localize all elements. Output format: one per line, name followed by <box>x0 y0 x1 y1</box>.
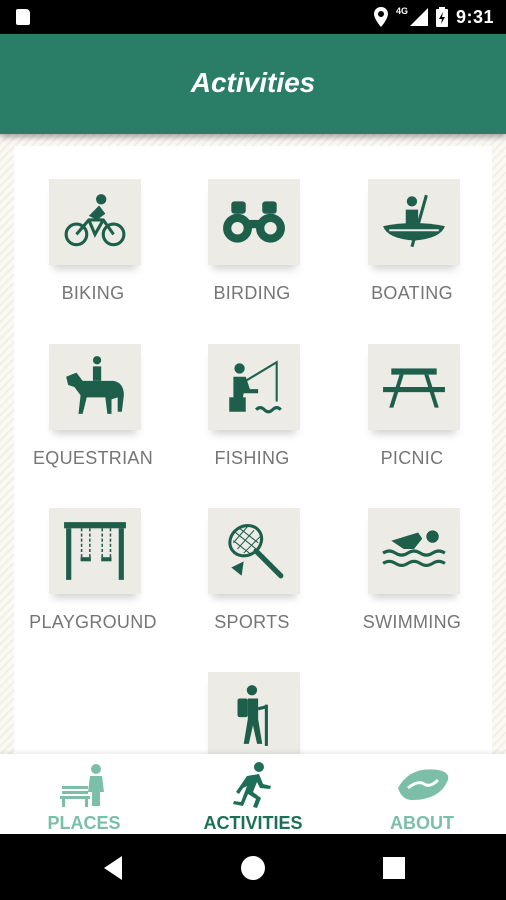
activity-fishing[interactable]: FISHING <box>177 344 327 484</box>
biking-icon <box>64 194 126 247</box>
binoculars-icon <box>223 201 285 243</box>
park-bench-person-icon <box>60 764 104 807</box>
activity-label: SWIMMING <box>362 612 462 632</box>
location-icon <box>373 7 388 27</box>
activity-label: EQUESTRIAN <box>32 448 154 468</box>
app-bar: Activities <box>0 34 506 134</box>
activity-label: SPORTS <box>214 612 290 632</box>
network-type: 4G <box>395 6 408 16</box>
activity-equestrian[interactable]: EQUESTRIAN <box>18 344 168 484</box>
page-title: Activities <box>190 67 316 98</box>
activity-label: BIRDING <box>213 283 291 303</box>
activity-tile <box>49 179 141 265</box>
activity-birding[interactable]: BIRDING <box>177 179 327 319</box>
clock: 9:31 <box>455 6 494 27</box>
activity-label: PLAYGROUND <box>29 612 157 632</box>
system-navigation-bar <box>0 834 506 900</box>
activity-tile <box>368 344 460 430</box>
picnic-table-icon <box>383 368 445 408</box>
activity-tile <box>368 508 460 594</box>
nav-about[interactable]: ABOUT <box>338 754 506 834</box>
activity-tile <box>208 344 300 430</box>
activity-grid: BIKING BIRDING BOATING EQUESTRIAN FISHIN… <box>14 146 492 754</box>
activity-tile <box>49 344 141 430</box>
horse-rider-icon <box>66 356 124 414</box>
home-icon[interactable] <box>239 854 267 882</box>
activity-biking[interactable]: BIKING <box>18 179 168 319</box>
nav-activities[interactable]: ACTIVITIES <box>169 754 337 834</box>
signal-icon <box>409 8 428 26</box>
fishing-icon <box>229 360 282 414</box>
activity-tile <box>368 179 460 265</box>
status-bar: 4G 9:31 <box>0 0 506 34</box>
activity-picnic[interactable]: PICNIC <box>337 344 487 484</box>
activity-sports[interactable]: SPORTS <box>177 508 327 648</box>
activity-label: BOATING <box>371 283 453 303</box>
activity-label: FISHING <box>214 448 290 468</box>
nav-places-label: PLACES <box>47 813 121 833</box>
activity-tile <box>49 508 141 594</box>
activity-tile <box>208 508 300 594</box>
recents-icon[interactable] <box>380 854 408 882</box>
activity-hiking[interactable] <box>177 672 327 754</box>
nav-about-label: ABOUT <box>390 813 454 833</box>
swimmer-icon <box>382 530 446 567</box>
activity-swimming[interactable]: SWIMMING <box>337 508 487 648</box>
running-person-icon <box>233 762 271 808</box>
leaf-logo-icon <box>398 769 449 800</box>
sd-card-icon <box>16 9 30 25</box>
swing-set-icon <box>64 522 126 580</box>
battery-icon <box>435 7 448 27</box>
activity-label: PICNIC <box>380 448 444 468</box>
bottom-navigation: PLACES ACTIVITIES ABOUT <box>0 754 506 834</box>
hiker-icon <box>237 685 268 746</box>
activity-playground[interactable]: PLAYGROUND <box>18 508 168 648</box>
nav-places[interactable]: PLACES <box>0 754 168 834</box>
nav-activities-label: ACTIVITIES <box>203 813 303 833</box>
activity-tile <box>208 672 300 754</box>
activity-tile <box>208 179 300 265</box>
canoe-icon <box>383 194 445 248</box>
activity-boating[interactable]: BOATING <box>337 179 487 319</box>
activity-label: BIKING <box>61 283 125 303</box>
back-icon[interactable] <box>100 854 128 882</box>
racket-icon <box>228 523 284 579</box>
